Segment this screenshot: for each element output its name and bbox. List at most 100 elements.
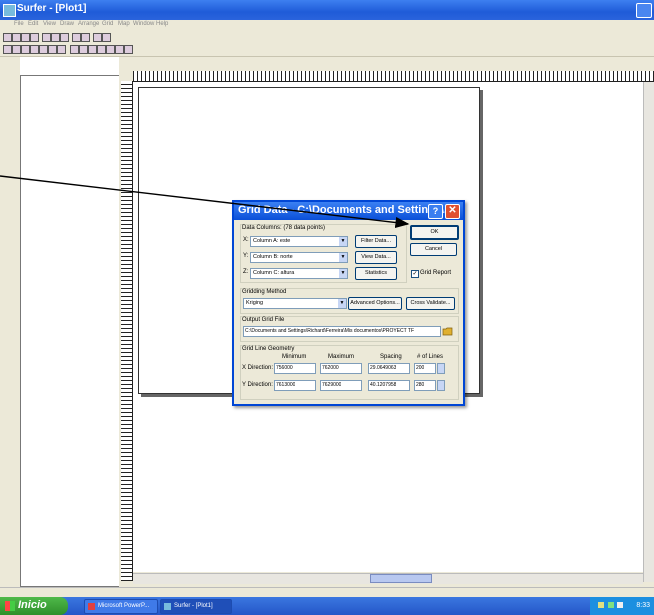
surfer-icon: [164, 603, 171, 610]
pointer-icon[interactable]: [3, 45, 12, 54]
surfer-app-icon: [3, 4, 16, 17]
tray-icon[interactable]: [608, 602, 614, 608]
statistics-button[interactable]: Statistics: [355, 267, 397, 280]
x-column-label: X:: [243, 237, 249, 243]
gridding-method-select[interactable]: Kriging ▼: [243, 298, 347, 309]
minimum-header: Minimum: [282, 354, 307, 360]
zoom-out-icon[interactable]: [21, 45, 30, 54]
z-column-select[interactable]: Column C: altura ▼: [250, 268, 348, 279]
chevron-down-icon[interactable]: ▼: [339, 269, 347, 278]
taskbar-item-powerpoint[interactable]: Microsoft PowerP...: [84, 599, 158, 614]
ellipse-icon[interactable]: [124, 45, 133, 54]
y-column-select[interactable]: Column B: norte ▼: [250, 252, 348, 263]
y-maximum-field[interactable]: 7629000: [320, 380, 362, 391]
y-spacing-field[interactable]: 40.1207958: [368, 380, 410, 391]
y-column-label: Y:: [243, 253, 249, 259]
vertical-scrollbar[interactable]: [643, 82, 654, 582]
x-spacing-field[interactable]: 29.0649063: [368, 363, 410, 374]
polyline-icon[interactable]: [88, 45, 97, 54]
horizontal-scroll-thumb[interactable]: [370, 574, 432, 583]
print-icon[interactable]: [30, 33, 39, 42]
advanced-options-button[interactable]: Advanced Options...: [348, 297, 402, 310]
help-icon[interactable]: ?: [428, 204, 443, 219]
rectangle-icon[interactable]: [106, 45, 115, 54]
x-minimum-field[interactable]: 756000: [274, 363, 316, 374]
grid-report-checkbox[interactable]: ✓: [411, 270, 419, 278]
output-grid-file-value: C:\Documents and Settings\Richard\Ferrei…: [245, 328, 415, 334]
window-restore-button[interactable]: [636, 3, 652, 18]
output-grid-label: Output Grid File: [242, 317, 285, 323]
left-dock-frame: [0, 57, 20, 587]
view-data-button[interactable]: View Data...: [355, 251, 397, 264]
taskbar-item-label: Surfer - [Plot1]: [174, 603, 213, 609]
symbol-icon[interactable]: [97, 45, 106, 54]
spacing-header: Spacing: [380, 354, 402, 360]
redo-icon[interactable]: [81, 33, 90, 42]
menu-help[interactable]: Help: [156, 21, 168, 27]
x-column-select[interactable]: Column A: este ▼: [250, 236, 348, 247]
menu-window[interactable]: Window: [133, 21, 154, 27]
zoom-rect-icon[interactable]: [30, 45, 39, 54]
chevron-down-icon[interactable]: ▼: [339, 237, 347, 246]
help-pointer-icon[interactable]: [102, 33, 111, 42]
open-icon[interactable]: [12, 33, 21, 42]
standard-toolbar: [0, 31, 654, 43]
y-maximum-value: 7629000: [322, 382, 342, 388]
lines-header: # of Lines: [417, 354, 444, 360]
window-titlebar[interactable]: Surfer - [Plot1]: [0, 0, 654, 20]
clock[interactable]: 8:33: [636, 602, 650, 609]
menu-map[interactable]: Map: [118, 21, 130, 27]
x-maximum-field[interactable]: 762000: [320, 363, 362, 374]
y-lines-spinner[interactable]: [437, 380, 445, 391]
pan-icon[interactable]: [48, 45, 57, 54]
x-minimum-value: 756000: [276, 365, 293, 371]
close-icon[interactable]: ✕: [445, 204, 460, 219]
paste-icon[interactable]: [60, 33, 69, 42]
text-icon[interactable]: [70, 45, 79, 54]
tray-icon[interactable]: [617, 602, 623, 608]
ok-button[interactable]: OK: [410, 225, 459, 240]
menu-edit[interactable]: Edit: [28, 21, 38, 27]
save-icon[interactable]: [21, 33, 30, 42]
vertical-ruler: [121, 81, 133, 581]
folder-icon[interactable]: [442, 326, 453, 336]
y-minimum-field[interactable]: 7613000: [274, 380, 316, 391]
x-lines-spinner[interactable]: [437, 363, 445, 374]
cut-icon[interactable]: [42, 33, 51, 42]
y-lines-field[interactable]: 280: [414, 380, 436, 391]
zoom-fit-icon[interactable]: [39, 45, 48, 54]
zoom-in-icon[interactable]: [12, 45, 21, 54]
menu-draw[interactable]: Draw: [60, 21, 74, 27]
menu-grid[interactable]: Grid: [102, 21, 113, 27]
dialog-title: Grid Data - C:\Documents and Settings\..…: [238, 204, 454, 216]
copy-icon[interactable]: [51, 33, 60, 42]
z-column-value: Column C: altura: [253, 270, 295, 276]
filter-data-button[interactable]: Filter Data...: [355, 235, 397, 248]
x-column-value: Column A: este: [253, 238, 291, 244]
taskbar-item-surfer[interactable]: Surfer - [Plot1]: [160, 599, 232, 614]
dialog-titlebar[interactable]: Grid Data - C:\Documents and Settings\..…: [234, 202, 463, 220]
windows-logo-icon: [5, 601, 15, 611]
select-icon[interactable]: [93, 33, 102, 42]
window-title: Surfer - [Plot1]: [17, 3, 87, 14]
x-lines-field[interactable]: 200: [414, 363, 436, 374]
tray-icon[interactable]: [598, 602, 604, 608]
object-manager-pane[interactable]: [20, 75, 120, 587]
actual-size-icon[interactable]: [57, 45, 66, 54]
menu-file[interactable]: File: [14, 21, 24, 27]
chevron-down-icon[interactable]: ▼: [339, 253, 347, 262]
menu-view[interactable]: View: [43, 21, 56, 27]
data-columns-label: Data Columns: (78 data points): [242, 225, 326, 231]
undo-icon[interactable]: [72, 33, 81, 42]
menu-arrange[interactable]: Arrange: [78, 21, 99, 27]
polygon-icon[interactable]: [79, 45, 88, 54]
drawing-toolbar: [0, 43, 654, 57]
output-grid-file-field[interactable]: C:\Documents and Settings\Richard\Ferrei…: [243, 326, 441, 337]
rounded-rectangle-icon[interactable]: [115, 45, 124, 54]
cancel-button[interactable]: Cancel: [410, 243, 457, 256]
start-button[interactable]: Inicio: [0, 597, 68, 615]
chevron-down-icon[interactable]: ▼: [338, 299, 346, 308]
new-icon[interactable]: [3, 33, 12, 42]
cross-validate-button[interactable]: Cross Validate...: [406, 297, 455, 310]
taskbar-item-label: Microsoft PowerP...: [98, 603, 150, 609]
